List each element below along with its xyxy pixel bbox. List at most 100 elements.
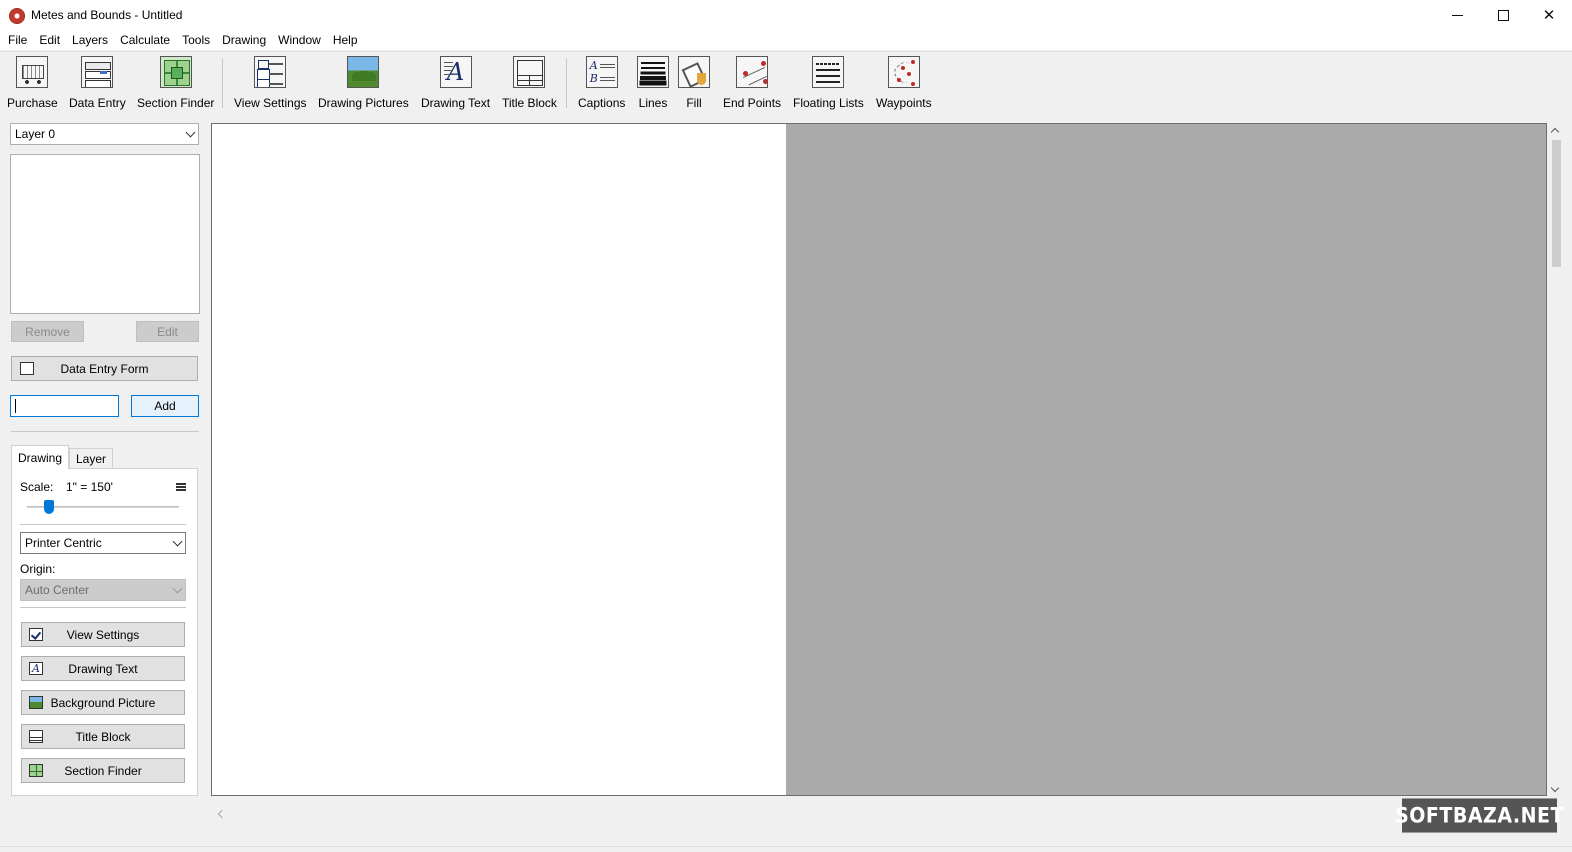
menu-drawing[interactable]: Drawing [216,30,272,50]
data-entry-icon [81,56,114,88]
captions-icon [585,56,618,88]
tab-drawing[interactable]: Drawing [11,445,69,469]
menu-tools[interactable]: Tools [176,30,216,50]
horizontal-scrollbar[interactable] [211,805,1547,822]
menu-edit[interactable]: Edit [33,30,66,50]
menu-calculate[interactable]: Calculate [114,30,176,50]
text-a-icon: A [439,56,472,88]
layer-dropdown-value: Layer 0 [15,127,56,141]
purchase-button[interactable]: Purchase [7,56,58,110]
drawing-pictures-button[interactable]: Drawing Pictures [318,56,409,110]
layer-dropdown[interactable]: Layer 0 [10,123,199,145]
checkbox-icon [29,628,43,641]
scale-label: Scale: [20,480,54,494]
vertical-scroll-thumb[interactable] [1552,140,1561,267]
minimize-button[interactable] [1434,0,1480,30]
minimize-icon [1451,14,1463,16]
menu-window[interactable]: Window [272,30,327,50]
end-points-button[interactable]: End Points [723,56,781,110]
watermark: SOFTBAZA.NET [1395,798,1563,833]
menu-bar: File Edit Layers Calculate Tools Drawing… [0,30,1572,50]
floating-list-icon [812,56,845,88]
chevron-down-icon [172,583,183,594]
end-points-label: End Points [723,96,782,110]
divider [11,431,199,432]
drawing-text-button[interactable]: A Drawing Text [421,56,490,110]
layer-list[interactable] [10,154,200,314]
view-settings-side-button[interactable]: View Settings [21,622,185,647]
captions-button[interactable]: Captions [578,56,625,110]
text-caret [15,399,16,413]
section-finder-label: Section Finder [137,96,215,110]
edit-button[interactable]: Edit [136,321,199,342]
data-entry-form-label: Data Entry Form [60,361,149,376]
waypoints-button[interactable]: Waypoints [876,56,932,110]
view-settings-side-label: View Settings [66,627,140,642]
drawing-page[interactable] [212,124,786,795]
scroll-up-icon[interactable] [1550,127,1560,137]
toolbar-separator [222,58,223,108]
add-button[interactable]: Add [131,395,199,417]
scroll-left-icon[interactable] [217,809,227,819]
data-entry-form-button[interactable]: Data Entry Form [11,356,198,381]
remove-button[interactable]: Remove [11,321,84,342]
chevron-down-icon [185,127,196,138]
tab-layer[interactable]: Layer [69,448,113,469]
waypoints-label: Waypoints [876,96,932,110]
menu-file[interactable]: File [2,30,33,50]
close-icon: ✕ [1542,7,1556,24]
section-finder-side-label: Section Finder [64,763,142,778]
hamburger-menu-icon[interactable] [176,483,186,485]
floating-lists-label: Floating Lists [793,96,864,110]
section-finder-button[interactable]: Section Finder [137,56,214,110]
title-block-side-button[interactable]: Title Block [21,724,185,749]
title-block-side-label: Title Block [75,729,131,744]
toolbar-separator [566,58,567,108]
title-bar: Metes and Bounds - Untitled ✕ [0,0,1572,30]
waypoints-icon [887,56,920,88]
drawing-text-label: Drawing Text [421,96,491,110]
menu-help[interactable]: Help [327,30,364,50]
fill-button[interactable]: Fill [678,56,710,110]
line-weights-icon [637,56,669,88]
scale-slider-thumb[interactable] [44,500,55,514]
origin-label: Origin: [20,562,56,576]
scale-value: 1" = 150' [66,480,113,494]
background-picture-side-button[interactable]: Background Picture [21,690,185,715]
drawing-text-side-button[interactable]: A Drawing Text [21,656,185,681]
text-a-icon: A [29,662,43,675]
paint-bucket-icon [678,56,710,88]
section-finder-side-button[interactable]: Section Finder [21,758,185,783]
captions-label: Captions [578,96,626,110]
checklist-icon [254,56,287,88]
close-button[interactable]: ✕ [1526,0,1572,30]
title-block-button[interactable]: Title Block [502,56,557,110]
shopping-cart-icon [16,56,49,88]
toolbar: Purchase Data Entry Section Finder View … [0,51,1572,110]
chevron-down-icon [172,536,183,547]
window-title: Metes and Bounds - Untitled [31,8,183,22]
floating-lists-button[interactable]: Floating Lists [793,56,864,110]
bottom-border [0,846,1572,847]
lines-button[interactable]: Lines [637,56,669,110]
scroll-down-icon[interactable] [1550,783,1560,793]
data-entry-button[interactable]: Data Entry [69,56,126,110]
maximize-button[interactable] [1480,0,1526,30]
drawing-text-side-label: Drawing Text [68,661,138,676]
menu-layers[interactable]: Layers [66,30,114,50]
drawing-canvas[interactable] [211,123,1547,796]
view-settings-button[interactable]: View Settings [234,56,307,110]
origin-dropdown[interactable]: Auto Center [20,579,186,601]
origin-dropdown-value: Auto Center [25,583,90,597]
divider [20,524,186,525]
end-points-icon [736,56,769,88]
landscape-picture-icon [347,56,380,88]
vertical-scrollbar[interactable] [1548,123,1565,796]
maximize-icon [1497,9,1509,21]
divider [20,607,186,608]
landscape-picture-icon [29,696,43,709]
centric-dropdown[interactable]: Printer Centric [20,532,186,554]
entry-input[interactable] [10,395,119,417]
data-entry-label: Data Entry [69,96,126,110]
title-block-icon [29,730,43,743]
